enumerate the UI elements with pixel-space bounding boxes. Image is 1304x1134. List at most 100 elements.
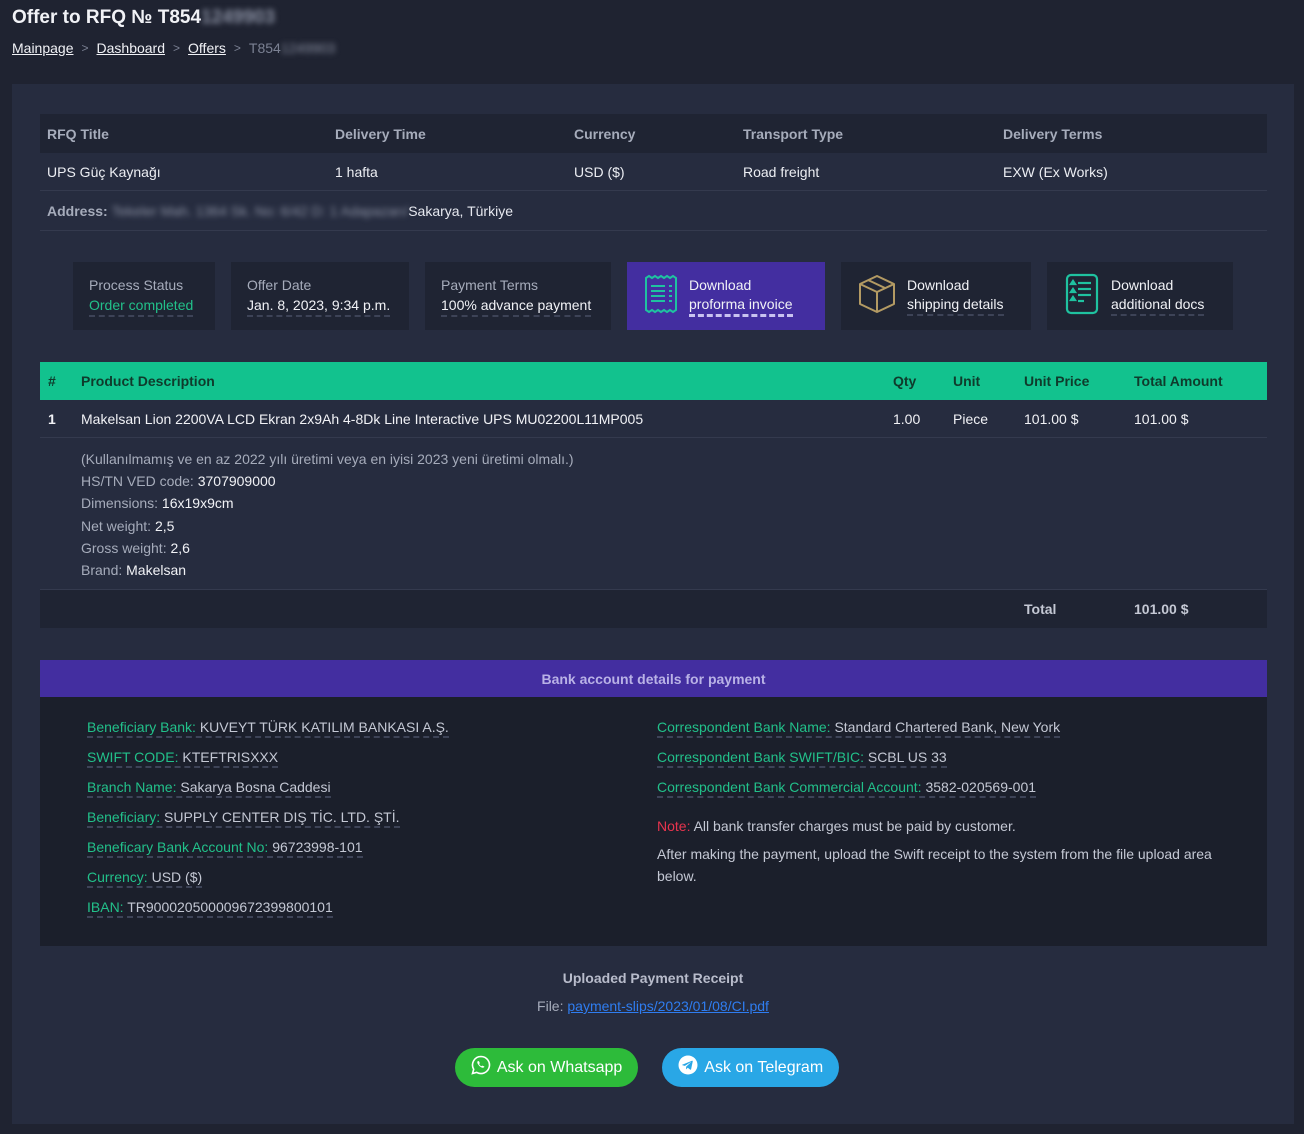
delivery-time-value: 1 hafta [335, 163, 378, 180]
breadcrumb-current-text: T854 [248, 40, 281, 56]
rfq-info-row: UPS Güç Kaynağı 1 hafta USD ($) Road fre… [40, 153, 1267, 191]
offer-date-label: Offer Date [247, 277, 312, 293]
payment-instruction: After making the payment, upload the Swi… [657, 846, 1212, 884]
note-label: Note: [657, 818, 691, 834]
invoice-icon [643, 274, 679, 319]
download-additional-docs-button[interactable]: Download additional docs [1047, 262, 1233, 330]
offer-panel: RFQ Title Delivery Time Currency Transpo… [12, 84, 1294, 1124]
note-text: All bank transfer charges must be paid b… [693, 818, 1016, 834]
transport-type-value: Road freight [743, 163, 820, 180]
download-label-line1: Download [1111, 277, 1174, 293]
detail-net-weight: Net weight: 2,5 [81, 515, 1267, 537]
file-label: File: [537, 998, 564, 1014]
download-label-line2: additional docs [1111, 295, 1205, 316]
payment-receipt-section: Uploaded Payment Receipt File: payment-s… [12, 970, 1294, 1087]
table-row: 1 Makelsan Lion 2200VA LCD Ekran 2x9Ah 4… [40, 400, 1267, 438]
ask-whatsapp-label: Ask on Whatsapp [496, 1058, 623, 1076]
ask-telegram-label: Ask on Telegram [704, 1058, 824, 1076]
bank-details-right: Correspondent Bank Name: Standard Charte… [657, 719, 1217, 929]
breadcrumb-dashboard[interactable]: Dashboard [97, 40, 166, 56]
detail-label: Brand: [81, 562, 123, 579]
header-total-amount: Total Amount [1134, 373, 1223, 389]
header-unit-price: Unit Price [1024, 373, 1090, 389]
product-unit: Piece [953, 410, 989, 427]
products-header: # Product Description Qty Unit Unit Pric… [40, 362, 1267, 400]
header-product-description: Product Description [81, 373, 215, 389]
header-delivery-time: Delivery Time [335, 125, 426, 142]
ask-telegram-button[interactable]: Ask on Telegram [662, 1048, 840, 1087]
breadcrumb-offers[interactable]: Offers [188, 40, 226, 56]
address-label: Address: [47, 202, 108, 219]
header-rfq-title: RFQ Title [47, 125, 109, 142]
bank-account-number: Beneficary Bank Account No: 96723998-101 [87, 839, 363, 858]
bank-details-title: Bank account details for payment [40, 660, 1267, 697]
breadcrumb-current: T8541249903 [249, 40, 335, 56]
download-shipping-details-button[interactable]: Download shipping details [841, 262, 1031, 330]
redacted-address: Tekeler Mah. 1364 Sk. No: 6/42 D: 1 Adap… [111, 202, 409, 219]
offer-summary-cards: Process Status Order completed Offer Dat… [73, 262, 1233, 330]
telegram-icon [678, 1055, 698, 1080]
whatsapp-icon [471, 1055, 491, 1080]
receipt-file-link[interactable]: payment-slips/2023/01/08/CI.pdf [567, 998, 769, 1014]
page-title-text: Offer to RFQ № T854 [12, 7, 202, 28]
detail-label: HS/TN VED code: [81, 473, 194, 490]
beneficiary: Beneficiary: SUPPLY CENTER DIŞ TİC. LTD.… [87, 809, 400, 828]
detail-dimensions: Dimensions: 16x19x9cm [81, 492, 1267, 514]
total-label: Total [1024, 601, 1057, 618]
download-shipping-details-label: Download shipping details [907, 276, 1004, 316]
rfq-info-header: RFQ Title Delivery Time Currency Transpo… [40, 114, 1267, 153]
header-delivery-terms: Delivery Terms [1003, 125, 1103, 142]
detail-value: 2,5 [154, 517, 175, 534]
process-status-label: Process Status [89, 277, 184, 293]
branch-name: Branch Name: Sakarya Bosna Caddesi [87, 779, 331, 798]
document-list-icon [1063, 273, 1101, 320]
rfq-title-value: UPS Güç Kaynağı [47, 163, 161, 180]
header-currency: Currency [574, 125, 636, 142]
iban: IBAN: TR900020500009672399800101 [87, 899, 333, 918]
download-label-line2: proforma invoice [689, 295, 793, 317]
correspondent-bank-account: Correspondent Bank Commercial Account: 3… [657, 779, 1037, 798]
detail-label: Net weight: [81, 517, 152, 534]
header-unit: Unit [953, 373, 981, 389]
process-status-value: Order completed [89, 297, 194, 317]
header-transport-type: Transport Type [743, 125, 844, 142]
download-proforma-invoice-label: Download proforma invoice [689, 276, 793, 317]
detail-value: Makelsan [126, 562, 187, 579]
detail-label: Dimensions: [81, 495, 159, 512]
ask-whatsapp-button[interactable]: Ask on Whatsapp [454, 1048, 639, 1087]
delivery-terms-value: EXW (Ex Works) [1003, 163, 1108, 180]
bank-note: Note: All bank transfer charges must be … [657, 815, 1217, 837]
swift-code: SWIFT CODE: KTEFTRISXXX [87, 749, 279, 768]
product-qty: 1.00 [893, 410, 921, 427]
address-value: Sakarya, Türkiye [408, 202, 513, 219]
bank-details-panel: Bank account details for payment Benefic… [40, 660, 1267, 946]
download-additional-docs-label: Download additional docs [1111, 276, 1205, 316]
rfq-info-table: RFQ Title Delivery Time Currency Transpo… [40, 114, 1267, 231]
correspondent-bank-swift: Correspondent Bank SWIFT/BIC: SCBL US 33 [657, 749, 947, 768]
header-qty: Qty [893, 373, 917, 389]
bank-details-left: Beneficiary Bank: KUVEYT TÜRK KATILIM BA… [87, 719, 657, 929]
receipt-file: File: payment-slips/2023/01/08/CI.pdf [12, 998, 1294, 1014]
breadcrumb-separator: > [173, 41, 181, 55]
payment-terms-value: 100% advance payment [441, 297, 592, 317]
breadcrumb-mainpage[interactable]: Mainpage [12, 40, 74, 56]
header-number: # [48, 373, 56, 389]
detail-hs-code: HS/TN VED code: 3707909000 [81, 470, 1267, 492]
beneficiary-bank: Beneficiary Bank: KUVEYT TÜRK KATILIM BA… [87, 719, 449, 738]
redacted-rfq-number: 1249903 [280, 40, 336, 56]
detail-gross-weight: Gross weight: 2,6 [81, 537, 1267, 559]
redacted-rfq-number: 1249903 [201, 7, 276, 28]
detail-brand: Brand: Makelsan [81, 559, 1267, 581]
process-status-card: Process Status Order completed [73, 262, 215, 330]
bank-currency: Currency: USD ($) [87, 869, 203, 888]
breadcrumb: Mainpage > Dashboard > Offers > T8541249… [12, 40, 335, 56]
detail-label: Gross weight: [81, 539, 167, 556]
offer-date-card: Offer Date Jan. 8, 2023, 9:34 p.m. [231, 262, 409, 330]
products-table: # Product Description Qty Unit Unit Pric… [40, 362, 1267, 629]
download-proforma-invoice-button[interactable]: Download proforma invoice [627, 262, 825, 330]
offer-date-value: Jan. 8, 2023, 9:34 p.m. [247, 297, 391, 317]
breadcrumb-separator: > [233, 41, 241, 55]
download-label-line1: Download [907, 277, 970, 293]
breadcrumb-separator: > [81, 41, 89, 55]
product-unit-price: 101.00 $ [1024, 410, 1079, 427]
